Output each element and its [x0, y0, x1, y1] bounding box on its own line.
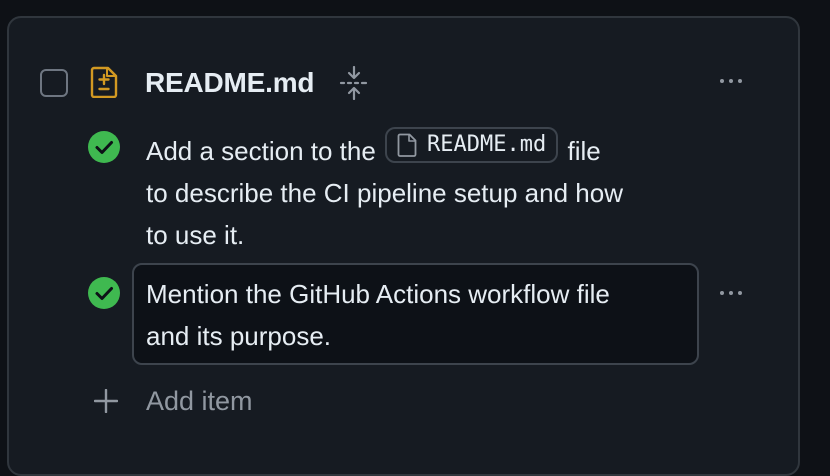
item-line: Mention the GitHub Actions workflow file [146, 279, 610, 309]
item-line: to use it. [146, 220, 245, 250]
add-item-button[interactable]: Add item [146, 381, 253, 421]
item-text: file [560, 136, 601, 166]
plus-icon[interactable] [94, 382, 118, 420]
fold-icon[interactable] [339, 65, 369, 105]
item-text: Add a section to the [146, 136, 384, 166]
item-line: Add a section to the README.md file [146, 127, 706, 172]
file-reference-chip[interactable]: README.md [385, 127, 559, 163]
item-line: to describe the CI pipeline setup and ho… [146, 178, 623, 208]
list-item[interactable]: Add a section to the README.md file to d… [146, 127, 706, 256]
check-circle-icon[interactable] [88, 131, 120, 163]
check-circle-icon[interactable] [88, 277, 120, 309]
item-more-options-icon[interactable] [720, 283, 742, 303]
file-checkbox[interactable] [40, 69, 68, 97]
file-more-options-icon[interactable] [720, 71, 742, 91]
file-checkbox-row [40, 64, 68, 102]
file-name[interactable]: README.md [145, 64, 315, 102]
file-reference-label: README.md [427, 132, 547, 157]
item-line: and its purpose. [146, 321, 332, 351]
file-diff-icon [90, 66, 118, 103]
list-item[interactable]: Mention the GitHub Actions workflow file… [146, 273, 691, 357]
file-icon [397, 133, 417, 157]
